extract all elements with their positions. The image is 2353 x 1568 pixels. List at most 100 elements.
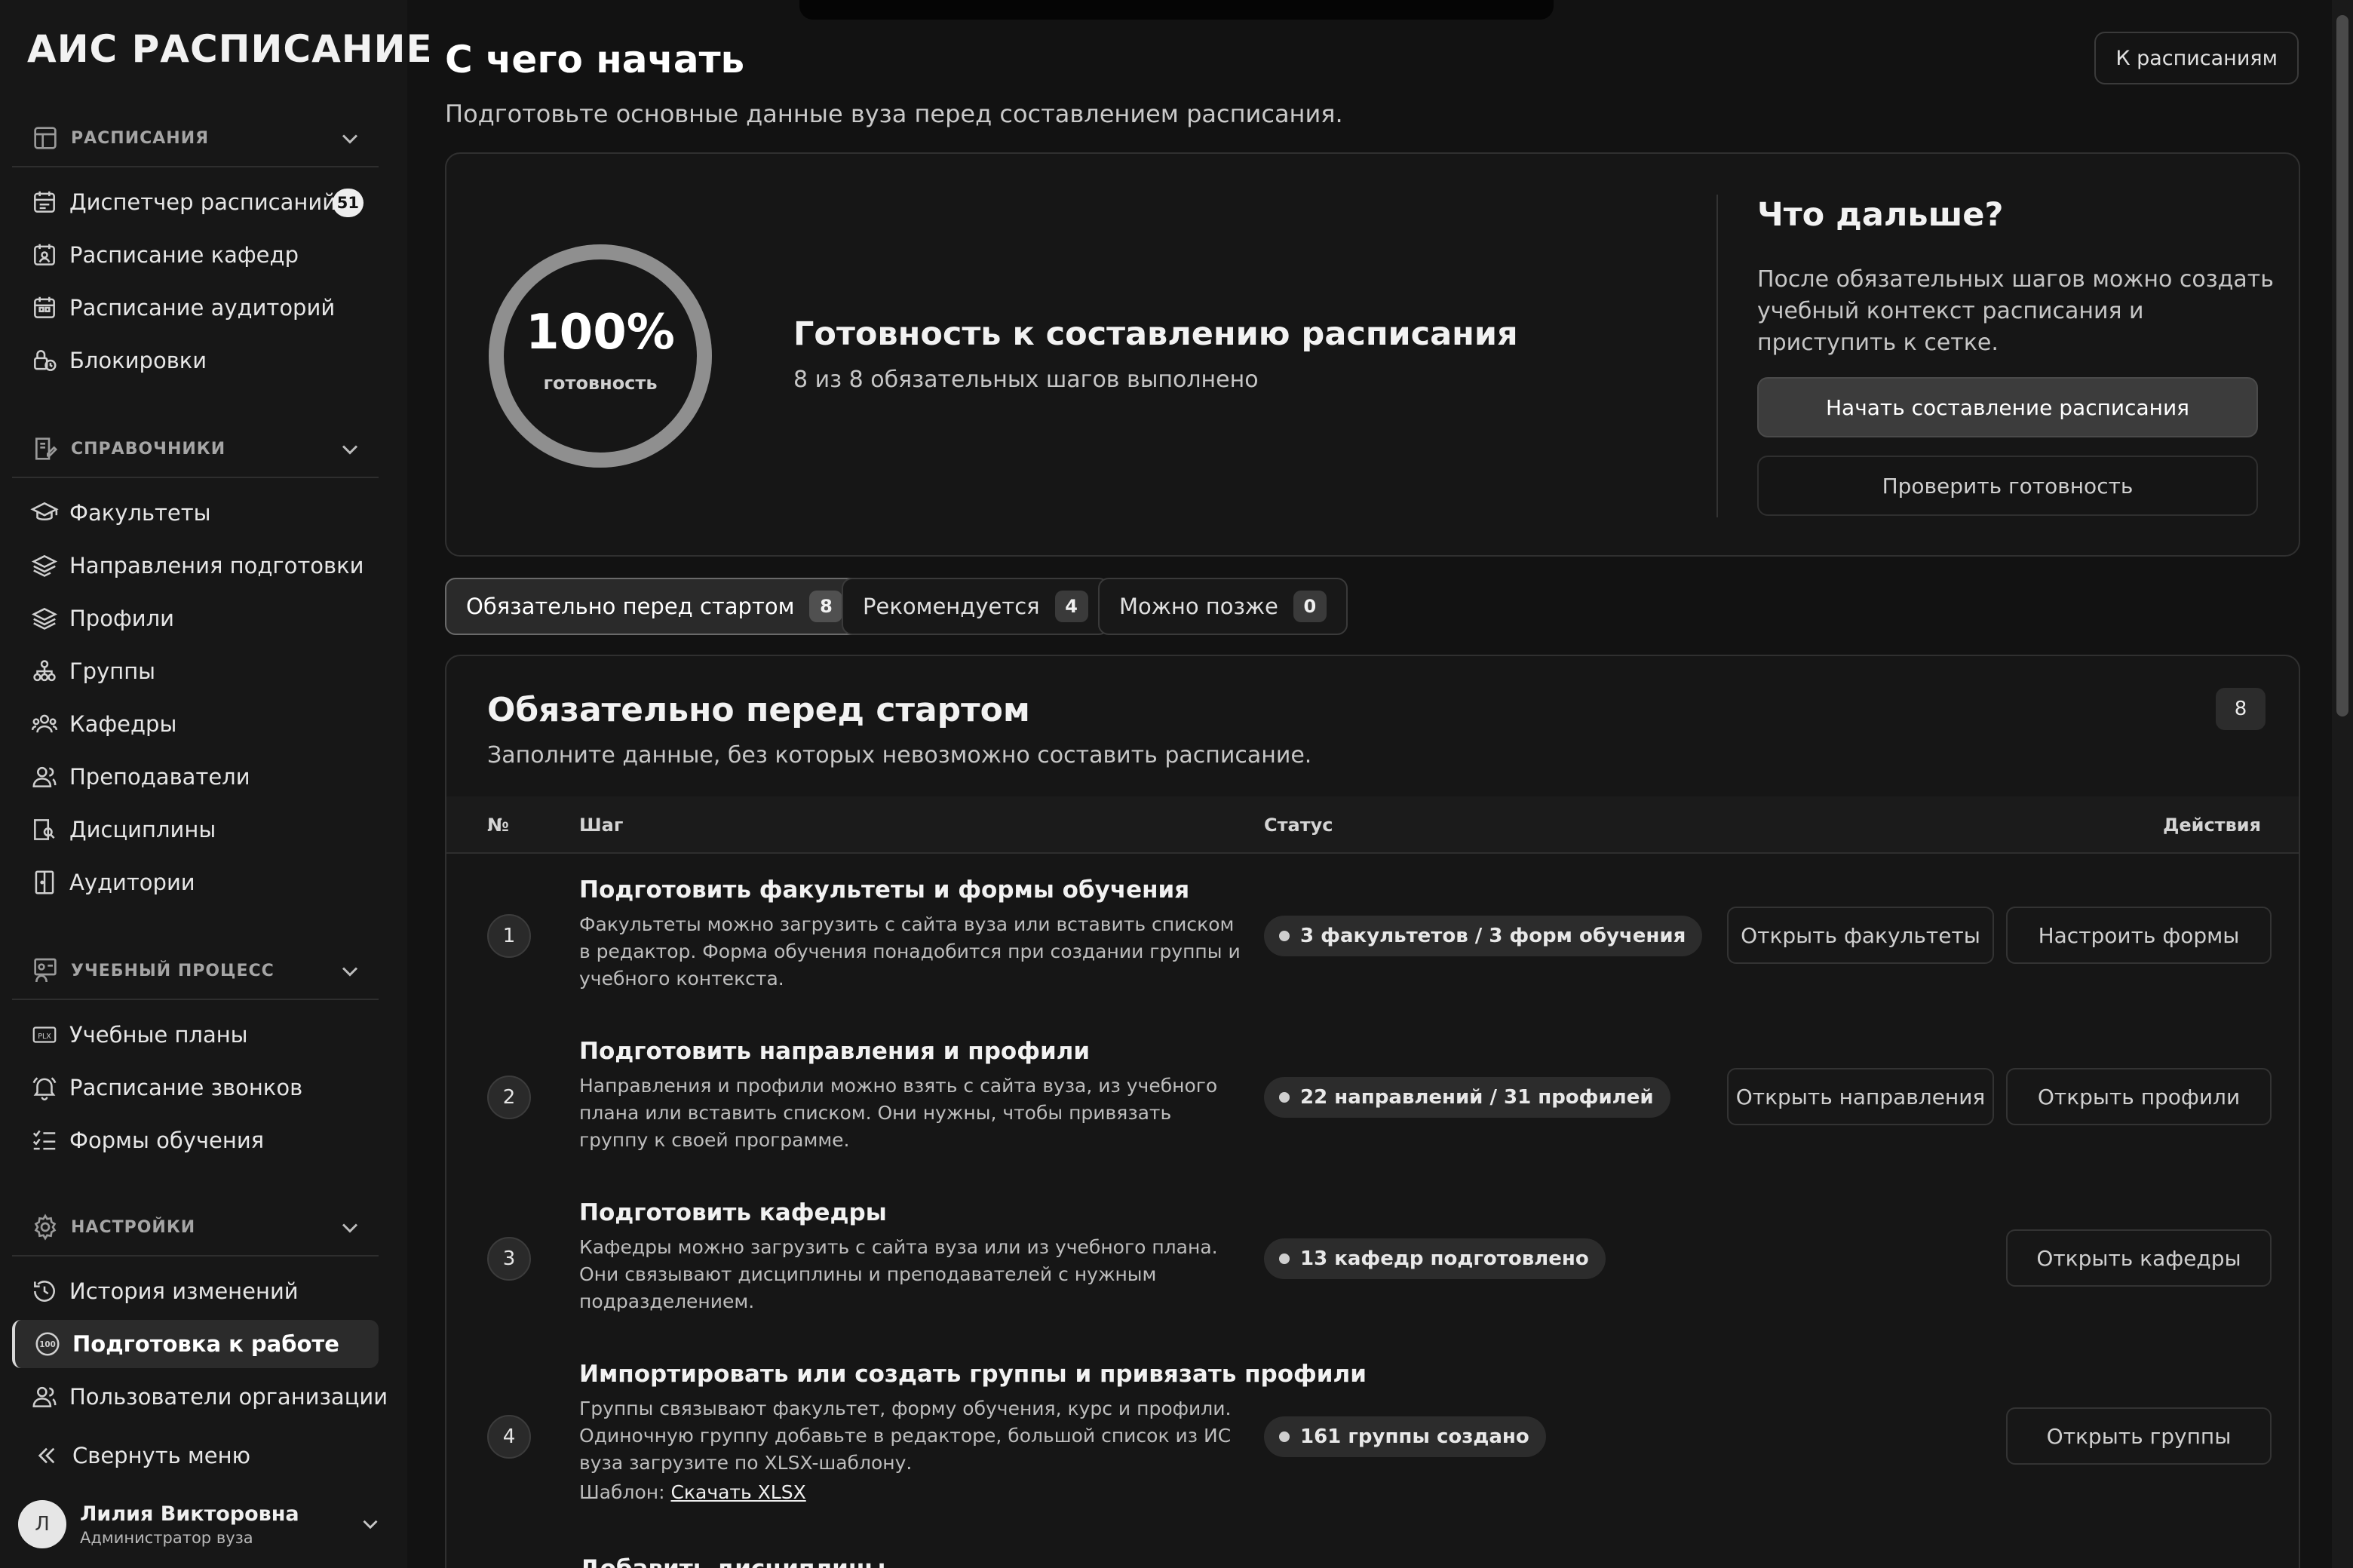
step-number: 4 xyxy=(487,1415,531,1459)
user-name: Лилия Викторовна xyxy=(80,1502,299,1526)
calendar-icon xyxy=(34,191,55,213)
readiness-100-icon: 100 xyxy=(35,1332,60,1356)
open-profiles-button[interactable]: Открыть профили xyxy=(2006,1068,2272,1125)
readiness-title: Готовность к составлению расписания xyxy=(793,315,1518,353)
sidebar-item-label: Профили xyxy=(69,606,174,631)
column-header-step: Шаг xyxy=(579,815,624,836)
status-text: 161 группы создано xyxy=(1300,1425,1529,1448)
check-readiness-button[interactable]: Проверить готовность xyxy=(1757,456,2258,516)
app-logo[interactable]: АИС РАСПИСАНИЕ xyxy=(27,27,433,71)
user-role: Администратор вуза xyxy=(80,1528,253,1547)
template-label: Шаблон: xyxy=(579,1481,665,1503)
user-menu[interactable]: Л Лилия Викторовна Администратор вуза xyxy=(18,1498,388,1551)
download-xlsx-link[interactable]: Скачать XLSX xyxy=(670,1481,805,1503)
book-search-icon xyxy=(34,819,55,840)
tab-recommended[interactable]: Рекомендуется 4 xyxy=(842,578,1109,635)
panel-subtitle: Заполните данные, без которых невозможно… xyxy=(487,742,1312,769)
chevron-down-icon[interactable] xyxy=(357,1511,383,1537)
status-dot xyxy=(1279,1253,1290,1264)
page-subtitle: Подготовьте основные данные вуза перед с… xyxy=(445,100,1343,128)
step-title: Подготовить направления и профили xyxy=(579,1038,1091,1065)
sidebar-item-org-users[interactable]: Пользователи организации xyxy=(12,1373,388,1421)
sidebar-item-readiness[interactable]: 100 Подготовка к работе xyxy=(12,1320,379,1368)
plx-file-icon: PLX xyxy=(32,1026,57,1043)
sidebar-item-label: Формы обучения xyxy=(69,1128,265,1153)
open-faculties-button[interactable]: Открыть факультеты xyxy=(1727,907,1994,964)
sidebar-item-disciplines[interactable]: Дисциплины xyxy=(12,805,379,854)
chevrons-left-icon xyxy=(38,1447,55,1464)
section-label: УЧЕБНЫЙ ПРОЦЕСС xyxy=(71,961,275,980)
avatar: Л xyxy=(18,1500,66,1548)
start-scheduling-button[interactable]: Начать составление расписания xyxy=(1757,377,2258,437)
chevron-down-icon[interactable] xyxy=(336,436,364,463)
readiness-percent: 100% xyxy=(526,305,675,361)
tab-label: Обязательно перед стартом xyxy=(466,594,795,619)
sidebar-item-teachers[interactable]: Преподаватели xyxy=(12,753,379,801)
sidebar-item-label: Группы xyxy=(69,658,156,684)
tab-later[interactable]: Можно позже 0 xyxy=(1098,578,1348,635)
sidebar-item-profiles[interactable]: Профили xyxy=(12,594,379,643)
configure-forms-button[interactable]: Настроить формы xyxy=(2006,907,2272,964)
readiness-caption: готовность xyxy=(543,373,658,394)
to-schedules-button[interactable]: К расписаниям xyxy=(2094,32,2299,84)
sidebar-item-locks[interactable]: Блокировки xyxy=(12,336,379,385)
column-header-actions: Действия xyxy=(2162,815,2261,836)
page-title: С чего начать xyxy=(445,38,745,81)
sidebar-item-label: Аудитории xyxy=(69,870,195,895)
step-number: 3 xyxy=(487,1237,531,1281)
door-icon xyxy=(35,870,54,894)
sidebar-item-rooms[interactable]: Аудитории xyxy=(12,858,379,907)
tab-count: 0 xyxy=(1293,591,1327,622)
sidebar: АИС РАСПИСАНИЕ РАСПИСАНИЯ Диспетчер расп… xyxy=(0,0,432,1568)
sidebar-item-departments[interactable]: Кафедры xyxy=(12,700,379,748)
sidebar-item-faculties[interactable]: Факультеты xyxy=(12,489,379,537)
section-label: РАСПИСАНИЯ xyxy=(71,128,210,148)
sidebar-item-bell-schedule[interactable]: Расписание звонков xyxy=(12,1063,379,1112)
section-header-study-process[interactable]: УЧЕБНЫЙ ПРОЦЕСС xyxy=(12,943,379,1000)
open-departments-button[interactable]: Открыть кафедры xyxy=(2006,1229,2272,1287)
status-dot xyxy=(1279,931,1290,941)
section-header-settings[interactable]: НАСТРОЙКИ xyxy=(12,1199,379,1257)
sidebar-item-room-schedule[interactable]: Расписание аудиторий xyxy=(12,284,379,332)
step-number: 1 xyxy=(487,914,531,958)
section-header-schedules[interactable]: РАСПИСАНИЯ xyxy=(12,110,379,167)
svg-text:100: 100 xyxy=(39,1340,55,1349)
scrollbar[interactable] xyxy=(2332,0,2353,1568)
scrollbar-thumb[interactable] xyxy=(2336,15,2348,716)
open-groups-button[interactable]: Открыть группы xyxy=(2006,1407,2272,1465)
sidebar-item-directions[interactable]: Направления подготовки xyxy=(12,542,379,590)
layers-icon xyxy=(31,607,58,630)
panel-count-badge: 8 xyxy=(2216,688,2266,730)
chevron-down-icon[interactable] xyxy=(336,958,364,985)
sidebar-item-schedule-dispatcher[interactable]: Диспетчер расписаний 51 xyxy=(12,178,379,226)
status-text: 3 факультетов / 3 форм обучения xyxy=(1300,925,1686,947)
next-title: Что дальше? xyxy=(1757,196,2004,234)
column-header-num: № xyxy=(487,815,509,836)
sidebar-item-history[interactable]: История изменений xyxy=(12,1267,379,1315)
sidebar-item-label: Диспетчер расписаний xyxy=(69,189,337,215)
sidebar-item-study-plans[interactable]: PLX Учебные планы xyxy=(12,1011,379,1059)
step-number: 2 xyxy=(487,1076,531,1119)
step-title: Добавить дисциплины xyxy=(579,1555,885,1568)
sidebar-item-label: Учебные планы xyxy=(69,1022,248,1048)
sidebar-item-groups[interactable]: Группы xyxy=(12,647,379,695)
count-badge: 51 xyxy=(332,189,364,217)
room-schedule-icon xyxy=(34,296,55,318)
table-header: № Шаг Статус Действия xyxy=(446,796,2299,854)
sidebar-item-department-schedule[interactable]: Расписание кафедр xyxy=(12,231,379,279)
collapse-menu-button[interactable]: Свернуть меню xyxy=(12,1431,379,1480)
chevron-down-icon[interactable] xyxy=(336,125,364,152)
sidebar-item-label: Блокировки xyxy=(69,348,207,373)
users-icon xyxy=(32,766,57,787)
step-description: Группы связывают факультет, форму обучен… xyxy=(579,1398,1232,1474)
status-text: 13 кафедр подготовлено xyxy=(1300,1247,1589,1270)
open-directions-button[interactable]: Открыть направления xyxy=(1727,1068,1994,1125)
step-description: Факультеты можно загрузить с сайта вуза … xyxy=(579,913,1241,990)
tab-count: 8 xyxy=(809,591,843,622)
section-label: СПРАВОЧНИКИ xyxy=(71,439,226,459)
step-title: Импортировать или создать группы и привя… xyxy=(579,1361,1367,1388)
section-header-references[interactable]: СПРАВОЧНИКИ xyxy=(12,421,379,478)
chevron-down-icon[interactable] xyxy=(336,1214,364,1241)
tab-required[interactable]: Обязательно перед стартом 8 xyxy=(445,578,864,635)
sidebar-item-study-forms[interactable]: Формы обучения xyxy=(12,1116,379,1164)
